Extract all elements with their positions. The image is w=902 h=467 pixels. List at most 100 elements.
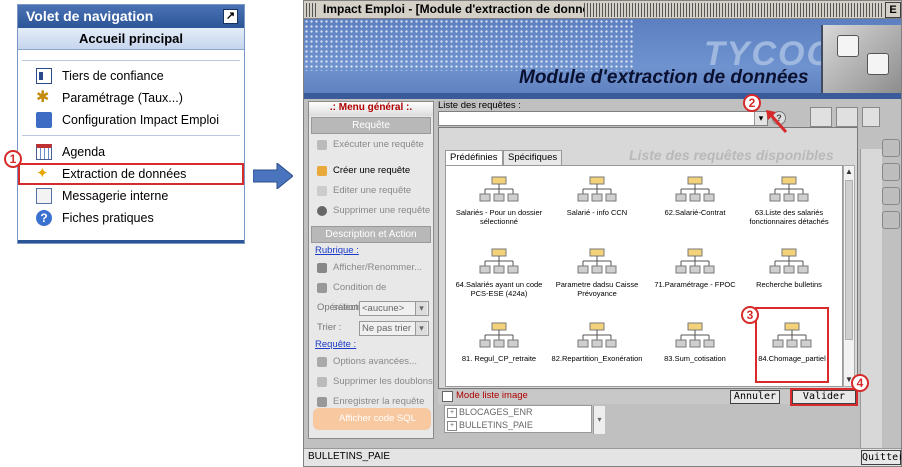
toolbar-new-button[interactable] xyxy=(862,107,880,127)
save-icon xyxy=(317,397,327,407)
nav-item-agenda[interactable]: Agenda xyxy=(18,141,244,163)
panel-title: Liste des requêtes disponibles xyxy=(629,147,834,163)
calendar-icon xyxy=(36,144,52,160)
menu-options-avancees[interactable]: Options avancées... xyxy=(309,352,433,372)
scroll-up-icon[interactable]: ▲ xyxy=(844,166,854,178)
tree-item[interactable]: BLOCAGES_ENR xyxy=(445,406,591,419)
tile-request[interactable]: Salarié - info CCN xyxy=(548,170,646,238)
scrollbar-thumb[interactable] xyxy=(845,180,853,340)
tile-request[interactable]: Parametre dadsu Caisse Prévoyance xyxy=(548,242,646,310)
validate-button[interactable]: Valider xyxy=(790,388,858,406)
tile-request[interactable]: 64.Salariés ayant un code PCS-ESE (424a) xyxy=(450,242,548,310)
hierarchy-icon xyxy=(577,322,617,350)
arrow-right-icon xyxy=(253,163,293,189)
hierarchy-icon xyxy=(675,176,715,204)
toolbar-copy-button[interactable] xyxy=(836,107,858,127)
panel-footer: Mode liste image Annuler Valider xyxy=(438,388,858,406)
side-button[interactable] xyxy=(882,163,900,181)
general-menu: .: Menu général :. Requête Exécuter une … xyxy=(308,101,434,439)
window-title: Impact Emploi - [Module d'extraction de … xyxy=(320,2,610,17)
side-button[interactable] xyxy=(882,211,900,229)
menu-delete-request[interactable]: Supprimer une requête xyxy=(309,201,433,221)
red-arrow-icon xyxy=(766,110,788,133)
step-badge-3: 3 xyxy=(741,306,759,324)
trier-select[interactable]: Ne pas trier xyxy=(359,321,429,336)
tile-request[interactable]: 83.Sum_cotisation xyxy=(646,316,744,384)
tile-request[interactable]: 62.Salarié-Contrat xyxy=(646,170,744,238)
menu-condition[interactable]: Condition de sélection... xyxy=(309,278,433,313)
status-text: BULLETINS_PAIE xyxy=(308,451,391,462)
tile-request[interactable]: Recherche bulletins xyxy=(740,242,838,310)
side-button[interactable] xyxy=(882,139,900,157)
help-icon: ? xyxy=(36,210,52,226)
tile-chomage-partiel[interactable]: 84.Chomage_partiel xyxy=(755,307,829,383)
step-badge-4: 4 xyxy=(851,374,869,392)
section-description: Description et Action xyxy=(311,226,431,243)
operation-select[interactable]: <aucune> xyxy=(359,301,429,316)
request-list-label: Liste des requêtes : xyxy=(438,100,521,111)
nav-item-fiches[interactable]: ? Fiches pratiques xyxy=(18,207,244,229)
tree-item[interactable]: BULLETINS_PAIE xyxy=(445,419,591,432)
module-title: Module d'extraction de données xyxy=(519,67,809,88)
nav-item-messagerie[interactable]: Messagerie interne xyxy=(18,185,244,207)
menu-afficher-renommer[interactable]: Afficher/Renommer... xyxy=(309,258,433,278)
cancel-button[interactable]: Annuler xyxy=(730,390,780,404)
tile-request[interactable]: 63.Liste des salariés fonctionnaires dét… xyxy=(740,170,838,238)
status-bar: BULLETINS_PAIE Quitter xyxy=(304,448,901,466)
request-list-panel: Prédéfinies Spécifiques Liste des requêt… xyxy=(438,127,858,389)
toolbar-delete-button[interactable] xyxy=(810,107,832,127)
show-sql-button[interactable]: Afficher code SQL xyxy=(313,408,431,430)
tree-dropdown[interactable]: ▾ xyxy=(593,406,605,434)
menu-exec-request[interactable]: Exécuter une requête xyxy=(309,135,433,155)
run-icon xyxy=(317,140,327,150)
config-icon xyxy=(36,112,52,128)
hierarchy-icon xyxy=(479,322,519,350)
menu-create-request[interactable]: Créer une requête xyxy=(309,161,433,181)
pin-icon[interactable]: ↗ xyxy=(223,9,238,24)
tab-predefinies[interactable]: Prédéfinies xyxy=(445,150,503,166)
mail-icon xyxy=(36,188,52,204)
menu-supprimer-doublons[interactable]: Supprimer les doublons xyxy=(309,372,433,392)
options-icon xyxy=(317,357,327,367)
hierarchy-icon xyxy=(479,248,519,276)
trier-row: Trier : Ne pas trier xyxy=(309,318,433,338)
hierarchy-icon xyxy=(772,322,812,350)
navigation-pane: Volet de navigation ↗ Accueil principal … xyxy=(17,4,245,244)
hierarchy-icon xyxy=(479,176,519,204)
hierarchy-icon xyxy=(769,176,809,204)
operation-row: Opération : <aucune> xyxy=(309,298,433,318)
extraction-icon: ✦ xyxy=(36,165,49,182)
tiles-scrollbar[interactable]: ▲ ▼ xyxy=(843,165,855,387)
tile-request[interactable]: 82.Repartition_Exonération xyxy=(548,316,646,384)
display-icon xyxy=(317,263,327,273)
hierarchy-icon xyxy=(675,248,715,276)
nav-home-header[interactable]: Accueil principal xyxy=(18,28,244,50)
requete-link[interactable]: Requête : xyxy=(309,338,433,352)
tile-request[interactable]: Salariés - Pour un dossier sélectionné xyxy=(450,170,548,238)
request-tiles-grid: Salariés - Pour un dossier sélectionné S… xyxy=(445,165,843,387)
side-button[interactable] xyxy=(882,187,900,205)
app-window: Impact Emploi - [Module d'extraction de … xyxy=(303,0,902,467)
dedupe-icon xyxy=(317,377,327,387)
nav-item-tiers-confiance[interactable]: Tiers de confiance xyxy=(18,65,244,87)
step-badge-1: 1 xyxy=(4,150,22,168)
window-close-button[interactable]: E xyxy=(885,2,901,18)
filter-icon xyxy=(317,283,327,293)
delete-icon xyxy=(317,206,327,216)
nav-item-configuration[interactable]: Configuration Impact Emploi xyxy=(18,109,244,131)
quit-button[interactable]: Quitter xyxy=(861,450,901,465)
hierarchy-icon xyxy=(577,248,617,276)
main-content: Liste des requêtes : ▾ ? Prédéfinies Spé… xyxy=(438,99,880,449)
menu-edit-request[interactable]: Editer une requête xyxy=(309,181,433,201)
tile-request[interactable]: 81. Regul_CP_retraite xyxy=(450,316,548,384)
mode-liste-checkbox[interactable] xyxy=(442,391,453,402)
hierarchy-icon xyxy=(769,248,809,276)
tab-specifiques[interactable]: Spécifiques xyxy=(503,150,563,166)
request-list-combo[interactable]: ▾ xyxy=(438,111,768,126)
hierarchy-icon xyxy=(577,176,617,204)
nav-item-extraction[interactable]: ✦ Extraction de données xyxy=(18,163,244,185)
nav-item-parametrage[interactable]: ✱ Paramétrage (Taux...) xyxy=(18,87,244,109)
tile-request[interactable]: 71.Paramétrage - FPOC xyxy=(646,242,744,310)
rubrique-link[interactable]: Rubrique : xyxy=(309,244,433,258)
dice-image xyxy=(821,25,901,93)
